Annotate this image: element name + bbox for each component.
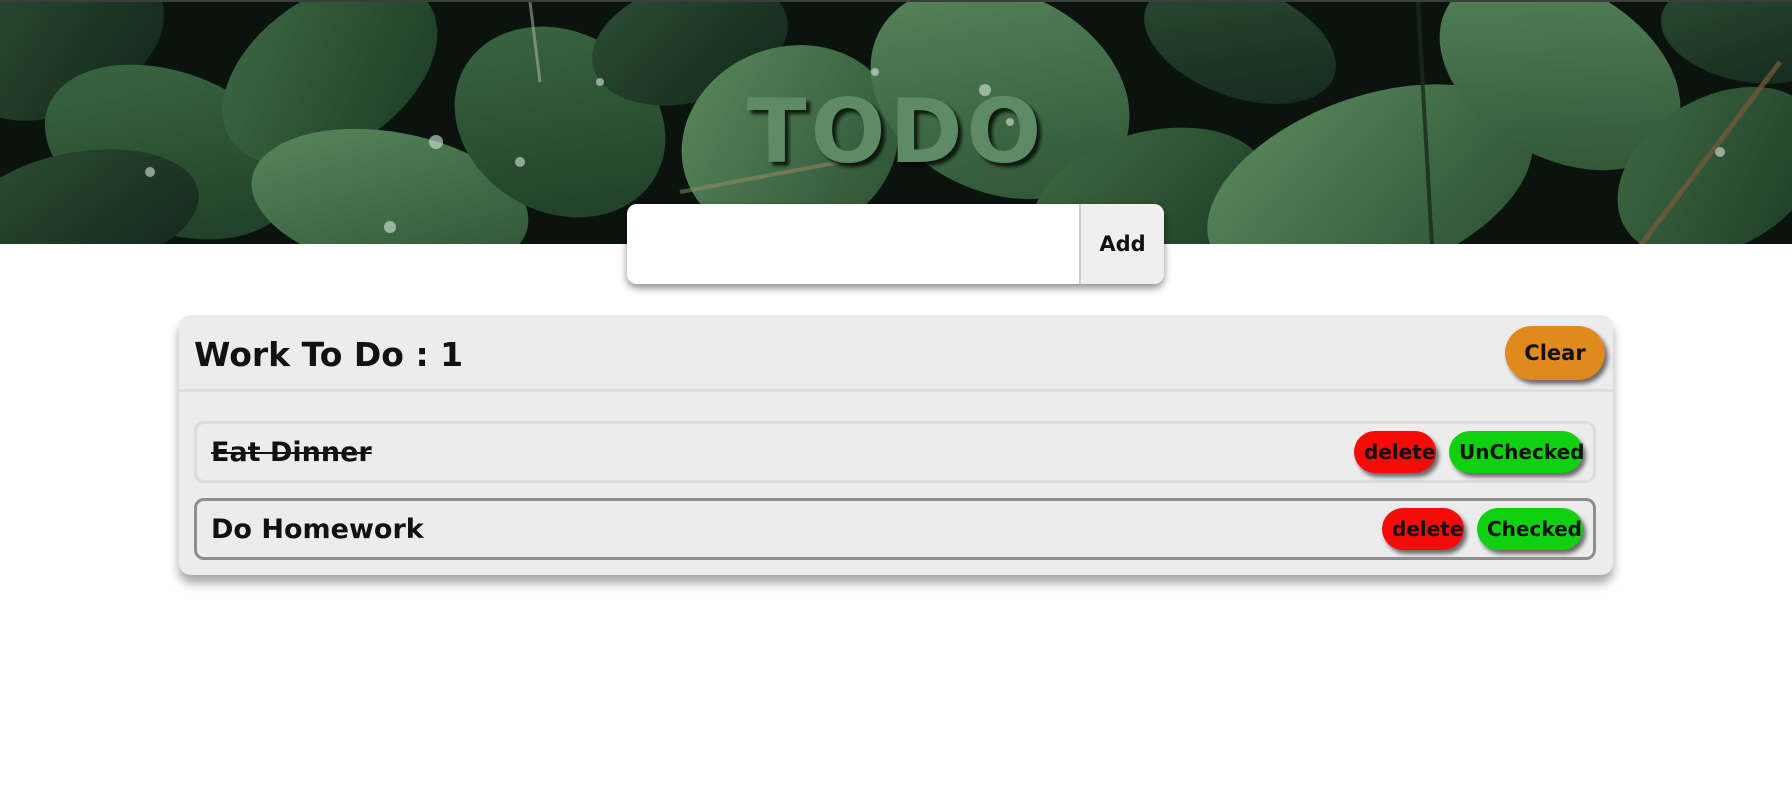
app-title: TODO — [746, 80, 1046, 183]
todo-item: Eat Dinner delete UnChecked — [194, 421, 1596, 483]
todo-input[interactable] — [627, 204, 1079, 284]
todo-list-panel: Work To Do : 1 Clear Eat Dinner delete U… — [179, 315, 1613, 575]
todo-actions: delete UnChecked — [1354, 431, 1584, 473]
delete-button[interactable]: delete — [1382, 508, 1464, 550]
todo-app: TODO Add Work To Do : 1 Clear Eat Dinner… — [0, 0, 1792, 795]
delete-button[interactable]: delete — [1354, 431, 1436, 473]
add-button[interactable]: Add — [1079, 204, 1164, 284]
list-header: Work To Do : 1 Clear — [179, 315, 1613, 392]
check-button[interactable]: Checked — [1477, 508, 1583, 550]
todo-item: Do Homework delete Checked — [194, 498, 1596, 560]
todo-text: Do Homework — [211, 514, 424, 545]
clear-button[interactable]: Clear — [1505, 326, 1605, 380]
todo-count: Work To Do : 1 — [194, 335, 464, 374]
todo-text-completed: Eat Dinner — [211, 437, 372, 468]
add-todo-form: Add — [627, 204, 1164, 284]
uncheck-button[interactable]: UnChecked — [1449, 431, 1584, 473]
todo-actions: delete Checked — [1382, 508, 1583, 550]
